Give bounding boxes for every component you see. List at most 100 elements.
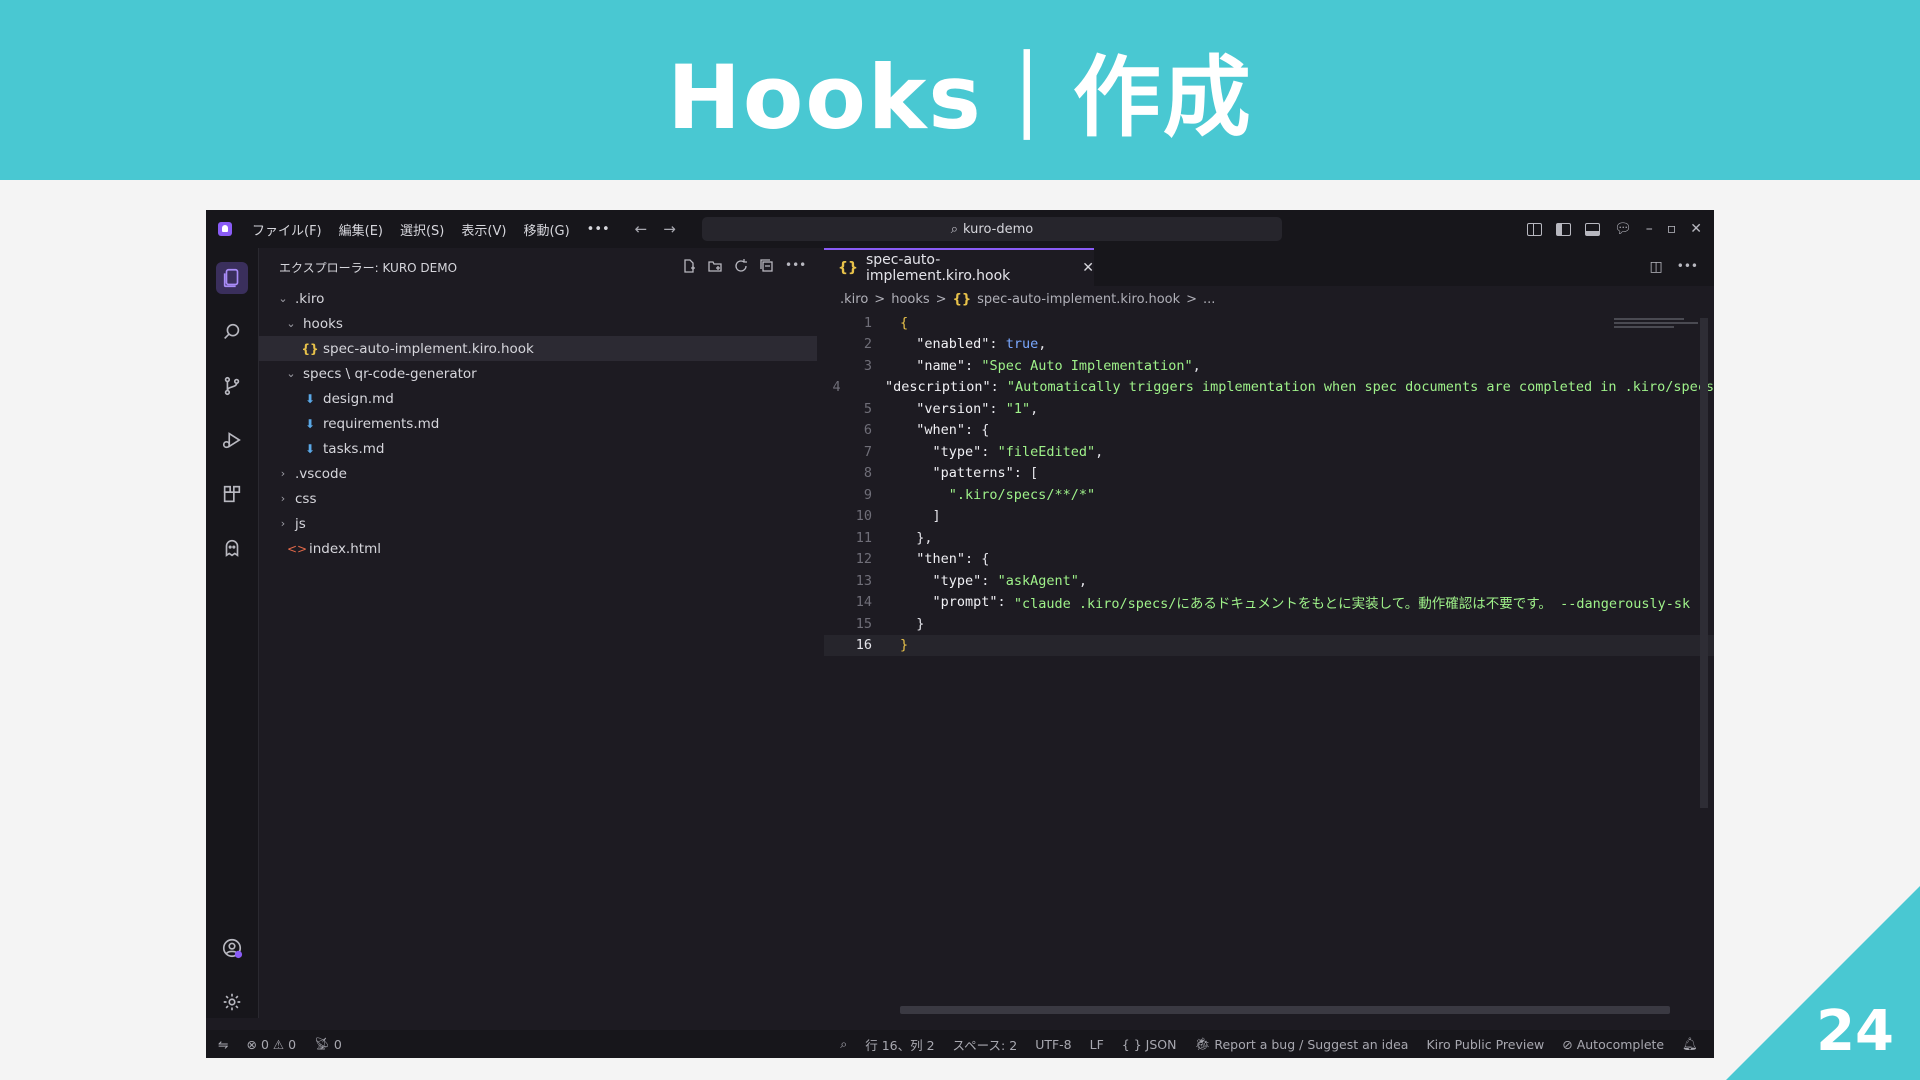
tree-item[interactable]: ⬇ design.md bbox=[259, 386, 817, 411]
menu-file[interactable]: ファイル(F) bbox=[252, 220, 322, 239]
line-number: 2 bbox=[863, 336, 872, 353]
encoding[interactable]: UTF-8 bbox=[1035, 1037, 1071, 1052]
restore-icon[interactable]: ▫ bbox=[1667, 221, 1677, 237]
tree-item[interactable]: {} spec-auto-implement.kiro.hook bbox=[259, 336, 817, 361]
split-editor-icon[interactable]: ◫ bbox=[1650, 259, 1663, 275]
new-folder-icon[interactable] bbox=[707, 258, 723, 274]
code-line[interactable]: 10 ] bbox=[824, 506, 1714, 528]
collapse-all-icon[interactable] bbox=[759, 258, 775, 274]
horizontal-scrollbar[interactable] bbox=[900, 1006, 1670, 1014]
tree-item[interactable]: <> index.html bbox=[259, 536, 817, 561]
new-file-icon[interactable] bbox=[681, 258, 697, 274]
code-token: "then" bbox=[916, 551, 966, 568]
report-bug-link[interactable]: 🐞︎ Report a bug / Suggest an idea bbox=[1194, 1036, 1408, 1052]
tree-item[interactable]: ⌄ .kiro bbox=[259, 286, 817, 311]
ports-count: 0 bbox=[333, 1036, 342, 1052]
toggle-panel-icon[interactable] bbox=[1584, 222, 1600, 236]
close-tab-icon[interactable]: ✕ bbox=[1082, 260, 1094, 276]
tree-item[interactable]: ⬇ tasks.md bbox=[259, 436, 817, 461]
breadcrumb-separator: > bbox=[935, 291, 947, 307]
menu-edit[interactable]: 編集(E) bbox=[339, 220, 383, 239]
toggle-sidebar-icon[interactable] bbox=[1555, 222, 1571, 236]
public-preview-label[interactable]: Kiro Public Preview bbox=[1426, 1037, 1544, 1052]
code-line[interactable]: 11 }, bbox=[824, 527, 1714, 549]
code-line[interactable]: 16} bbox=[824, 634, 1714, 656]
close-window-icon[interactable]: ✕ bbox=[1690, 221, 1702, 237]
breadcrumb-item[interactable]: hooks bbox=[891, 292, 929, 307]
problems-indicator[interactable]: ⊗ 0 ⚠ 0 bbox=[246, 1037, 296, 1052]
remote-icon[interactable]: ⇋ bbox=[218, 1037, 228, 1052]
code-line[interactable]: 5 "version": "1", bbox=[824, 398, 1714, 420]
menu-go[interactable]: 移動(G) bbox=[523, 220, 569, 239]
code-token: "enabled" bbox=[916, 336, 990, 353]
autocomplete-icon: ⊘ bbox=[1562, 1036, 1573, 1052]
run-debug-icon[interactable] bbox=[216, 424, 248, 456]
code-token: ] bbox=[900, 508, 941, 525]
tree-item[interactable]: › js bbox=[259, 511, 817, 536]
search-view-icon[interactable] bbox=[216, 316, 248, 348]
code-line[interactable]: 2 "enabled": true, bbox=[824, 334, 1714, 356]
minimap[interactable] bbox=[1614, 318, 1698, 340]
code-line[interactable]: 6 "when": { bbox=[824, 420, 1714, 442]
end-of-line[interactable]: LF bbox=[1090, 1037, 1104, 1052]
editor-tab-active[interactable]: {} spec-auto-implement.kiro.hook ✕ bbox=[824, 248, 1094, 286]
code-line[interactable]: 9 ".kiro/specs/**/*" bbox=[824, 484, 1714, 506]
code-line[interactable]: 3 "name": "Spec Auto Implementation", bbox=[824, 355, 1714, 377]
code-line[interactable]: 8 "patterns": [ bbox=[824, 463, 1714, 485]
explorer-more-icon[interactable]: ••• bbox=[785, 258, 806, 274]
refresh-icon[interactable] bbox=[733, 258, 749, 274]
editor-more-icon[interactable]: ••• bbox=[1677, 259, 1698, 275]
cursor-position[interactable]: 行 16、列 2 bbox=[865, 1035, 934, 1054]
code-token: "askAgent" bbox=[997, 572, 1079, 589]
menu-selection[interactable]: 選択(S) bbox=[400, 220, 444, 239]
tree-item[interactable]: › css bbox=[259, 486, 817, 511]
minimize-icon[interactable]: – bbox=[1646, 221, 1653, 237]
code-line[interactable]: 12 "then": { bbox=[824, 549, 1714, 571]
code-token: : bbox=[997, 594, 1014, 611]
vertical-scrollbar[interactable] bbox=[1700, 318, 1708, 808]
breadcrumb-item[interactable]: .kiro bbox=[840, 292, 868, 307]
menu-more-icon[interactable]: ••• bbox=[587, 222, 610, 237]
breadcrumb-separator: > bbox=[874, 291, 886, 307]
code-token: ".kiro/specs/**/*" bbox=[948, 486, 1096, 503]
tree-item[interactable]: ⬇ requirements.md bbox=[259, 411, 817, 436]
code-line[interactable]: 13 "type": "askAgent", bbox=[824, 570, 1714, 592]
editor-tab-bar: {} spec-auto-implement.kiro.hook ✕ ◫ ••• bbox=[824, 248, 1714, 286]
kiro-ghost-icon[interactable] bbox=[216, 532, 248, 564]
autocomplete-toggle[interactable]: ⊘ Autocomplete bbox=[1562, 1037, 1664, 1052]
json-file-icon: {} bbox=[838, 260, 858, 276]
chat-icon[interactable]: 💬︎ bbox=[1614, 221, 1632, 237]
command-search-box[interactable]: ⌕ kuro-demo bbox=[702, 217, 1282, 241]
code-line[interactable]: 4 "description": "Automatically triggers… bbox=[824, 377, 1714, 399]
notifications-bell-icon[interactable]: 🔔︎ bbox=[1682, 1036, 1698, 1052]
breadcrumb-item[interactable]: spec-auto-implement.kiro.hook bbox=[977, 292, 1180, 307]
line-number: 3 bbox=[863, 357, 872, 374]
back-arrow-icon[interactable]: ← bbox=[635, 220, 648, 238]
code-line[interactable]: 15 } bbox=[824, 613, 1714, 635]
source-control-icon[interactable] bbox=[216, 370, 248, 402]
breadcrumb-item[interactable]: ... bbox=[1203, 292, 1215, 307]
language-mode[interactable]: { } JSON bbox=[1122, 1037, 1177, 1052]
zoom-search-icon[interactable]: ⌕ bbox=[840, 1036, 847, 1052]
menu-view[interactable]: 表示(V) bbox=[461, 220, 506, 239]
code-line[interactable]: 14 "prompt": "claude .kiro/specs/にあるドキュメ… bbox=[824, 592, 1714, 614]
settings-gear-icon[interactable] bbox=[216, 986, 248, 1018]
code-line[interactable]: 1{ bbox=[824, 312, 1714, 334]
tree-item[interactable]: ⌄ hooks bbox=[259, 311, 817, 336]
tree-item-label: specs \ qr-code-generator bbox=[303, 365, 477, 382]
code-view[interactable]: 1{2 "enabled": true, 3 "name": "Spec Auto… bbox=[824, 312, 1714, 656]
tree-item[interactable]: ⌄ specs \ qr-code-generator bbox=[259, 361, 817, 386]
customize-layout-icon[interactable] bbox=[1526, 222, 1542, 236]
forward-arrow-icon[interactable]: → bbox=[663, 220, 676, 238]
extensions-icon[interactable] bbox=[216, 478, 248, 510]
breadcrumb-item[interactable]: {} bbox=[953, 292, 972, 307]
indentation[interactable]: スペース: 2 bbox=[953, 1035, 1018, 1054]
bug-icon: 🐞︎ bbox=[1194, 1036, 1211, 1051]
explorer-icon[interactable] bbox=[216, 262, 248, 294]
code-line[interactable]: 7 "type": "fileEdited", bbox=[824, 441, 1714, 463]
tree-item[interactable]: › .vscode bbox=[259, 461, 817, 486]
account-icon[interactable] bbox=[216, 932, 248, 964]
ports-indicator[interactable]: 📡︎ 0 bbox=[314, 1036, 342, 1052]
slide-title: Hooks｜作成 bbox=[667, 45, 1253, 149]
